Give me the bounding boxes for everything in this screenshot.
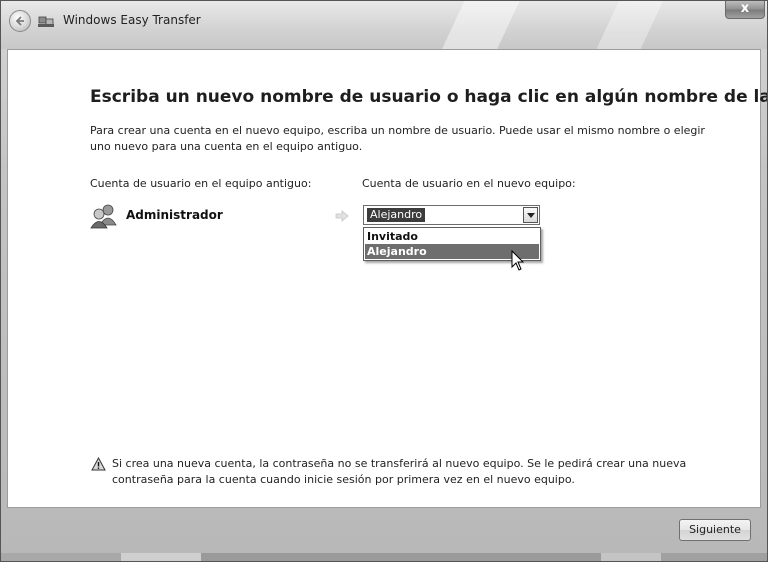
mouse-pointer-icon: [511, 250, 525, 271]
right-arrow-icon: [335, 210, 349, 222]
title-bar: Windows Easy Transfer x: [1, 1, 767, 49]
next-button[interactable]: Siguiente: [679, 519, 751, 541]
new-user-combobox[interactable]: Alejandro: [363, 205, 540, 225]
taskbar-strip: [1, 553, 767, 561]
chevron-down-icon: [527, 213, 535, 218]
old-user-name: Administrador: [126, 208, 223, 222]
intro-text: Para crear una cuenta en el nuevo equipo…: [90, 124, 705, 153]
old-account-label: Cuenta de usuario en el equipo antiguo:: [90, 177, 312, 190]
wizard-content: Escriba un nuevo nombre de usuario o hag…: [7, 49, 767, 508]
combobox-value[interactable]: Alejandro: [367, 208, 426, 222]
back-button[interactable]: [9, 10, 31, 32]
users-icon: [90, 204, 117, 229]
warning-icon: [91, 457, 106, 471]
dropdown-option-invitado[interactable]: Invitado: [365, 229, 539, 244]
easy-transfer-icon: [38, 16, 54, 27]
page-title: Escriba un nuevo nombre de usuario o hag…: [90, 87, 768, 107]
warning-text: Si crea una nueva cuenta, la contraseña …: [112, 457, 687, 486]
window-title: Windows Easy Transfer: [63, 13, 201, 27]
easy-transfer-window: Windows Easy Transfer x Escriba un nuevo…: [0, 0, 768, 562]
new-account-label: Cuenta de usuario en el nuevo equipo:: [362, 177, 576, 190]
dropdown-button[interactable]: [523, 207, 538, 223]
close-button[interactable]: x: [725, 1, 765, 19]
back-arrow-icon: [15, 16, 24, 26]
